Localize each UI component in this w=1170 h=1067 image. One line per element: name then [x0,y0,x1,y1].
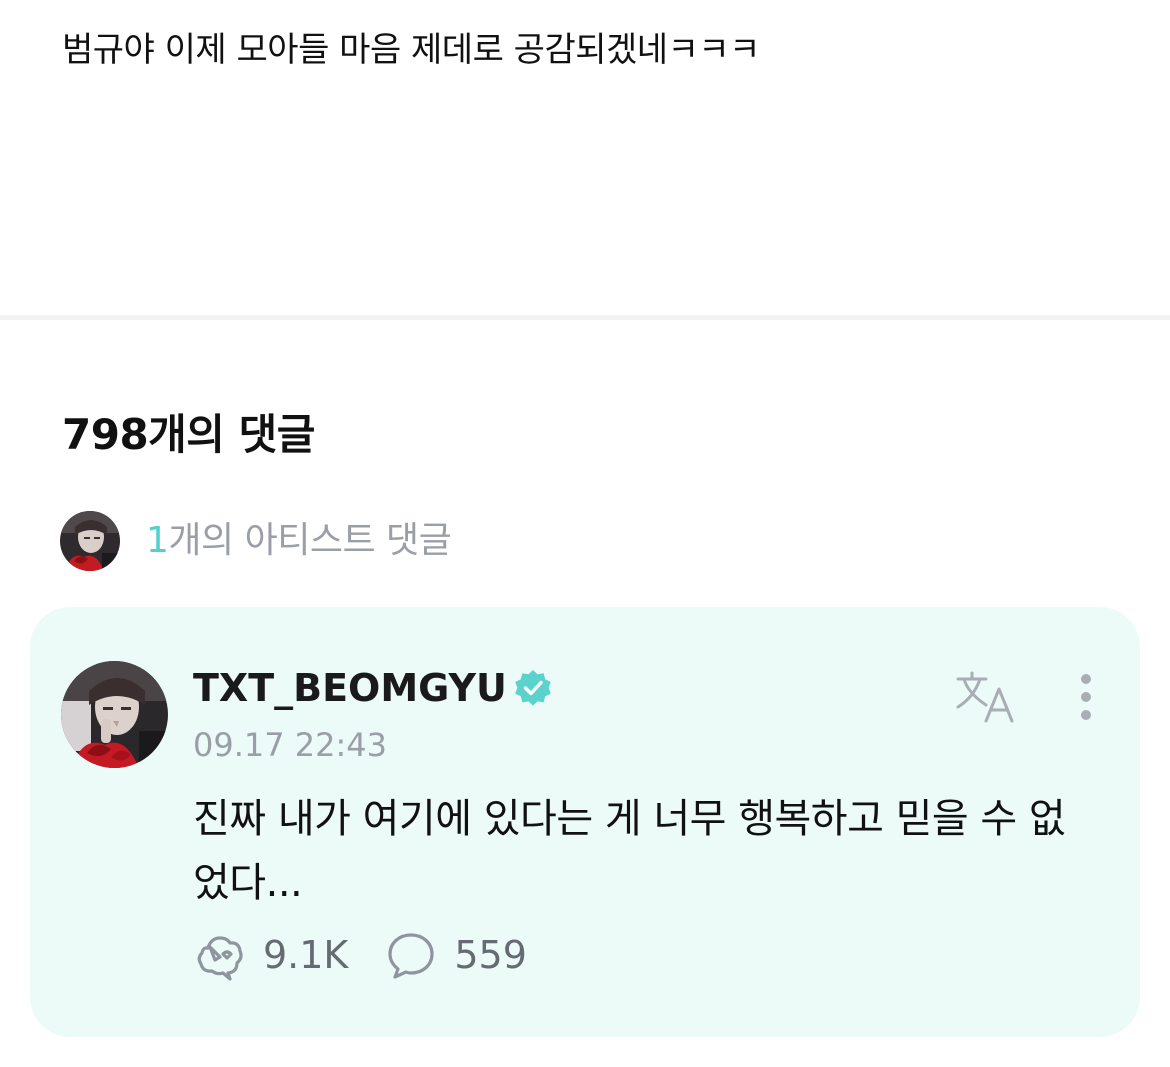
more-vertical-icon[interactable] [1066,669,1106,729]
post-text: 범규야 이제 모아들 마음 제데로 공감되겠네ㅋㅋㅋ [62,30,760,70]
section-divider [0,315,1170,320]
verified-badge-icon [515,670,551,706]
comment-timestamp: 09.17 22:43 [193,726,387,764]
artist-comments-summary[interactable]: 1개의 아티스트 댓글 [60,510,452,572]
artist-comment-card[interactable]: TXT_BEOMGYU 09.17 22:43 진짜 내가 여기에 있다는 게 … [30,607,1140,1037]
reply-count: 559 [454,933,527,977]
commenter-avatar-image [61,661,168,768]
comment-body-text: 진짜 내가 여기에 있다는 게 너무 행복하고 믿을 수 없었다... [193,796,1066,906]
like-count: 9.1K [263,933,349,977]
translate-icon[interactable] [952,667,1022,727]
artist-comments-label: 1개의 아티스트 댓글 [146,519,452,563]
artist-avatar [60,511,120,571]
comment-bubble-icon[interactable] [384,928,438,982]
comments-count-title: 798개의 댓글 [62,410,315,459]
comment-stats: 9.1K 559 [193,927,527,983]
commenter-name-row: TXT_BEOMGYU [193,665,553,711]
artist-comment-label-text: 개의 아티스트 댓글 [168,520,452,561]
artist-comment-count: 1 [146,520,169,561]
commenter-username[interactable]: TXT_BEOMGYU [193,665,507,711]
commenter-avatar[interactable] [61,661,168,768]
like-icon[interactable] [193,928,247,982]
artist-avatar-image [60,511,120,571]
